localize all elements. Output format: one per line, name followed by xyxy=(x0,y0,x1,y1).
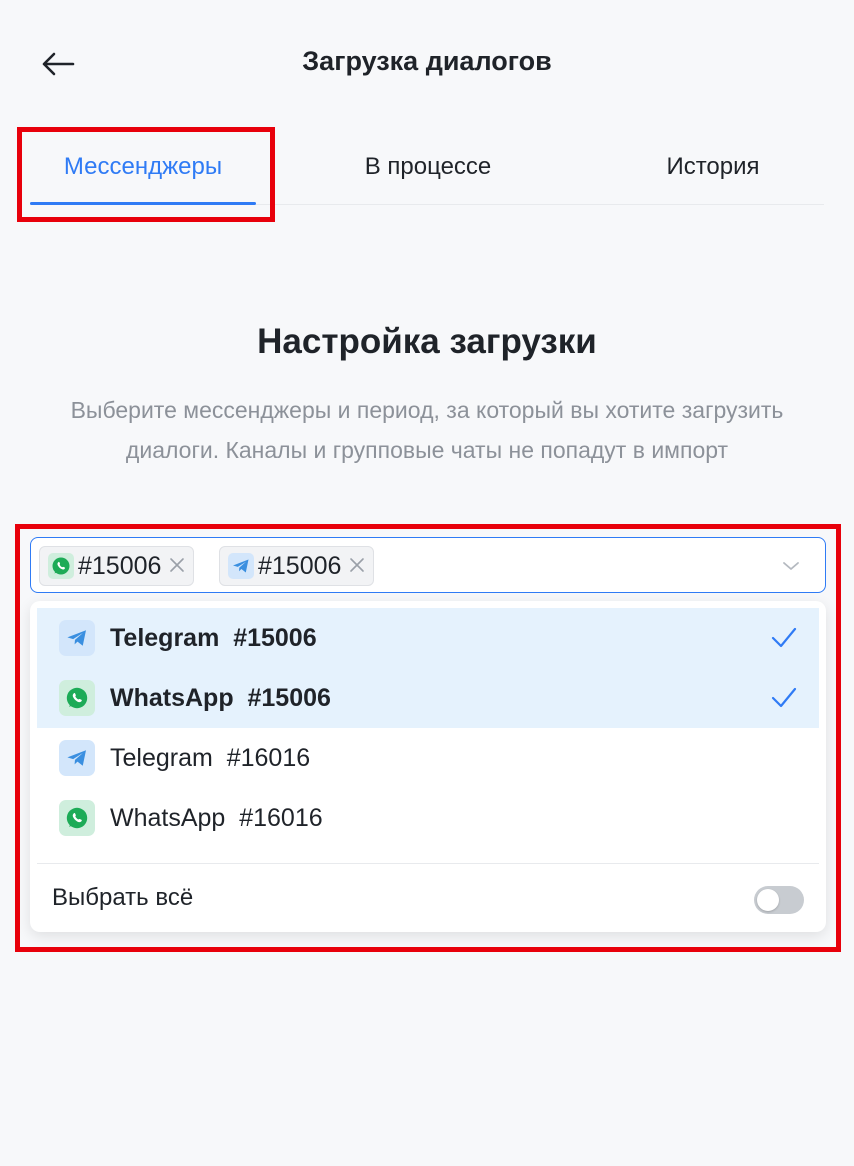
section-title: Настройка загрузки xyxy=(257,322,597,361)
highlight-frame-select xyxy=(15,524,841,952)
tab-history[interactable]: История xyxy=(630,128,796,205)
highlight-frame-tab xyxy=(17,127,275,222)
page-title: Загрузка диалогов xyxy=(302,46,552,76)
tab-in-progress[interactable]: В процессе xyxy=(330,128,526,205)
section-description: Выберите мессенджеры и период, за которы… xyxy=(70,397,784,463)
header: Загрузка диалогов xyxy=(0,0,854,128)
